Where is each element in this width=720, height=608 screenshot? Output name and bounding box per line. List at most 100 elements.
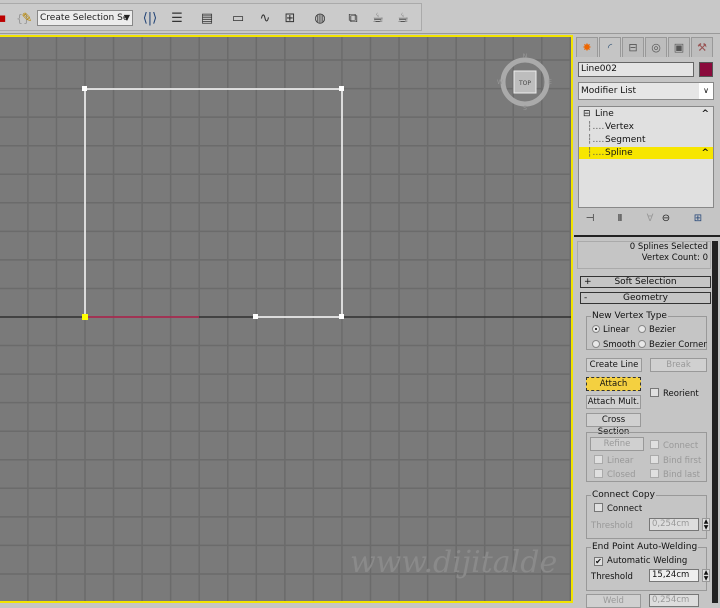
stack-item-spline[interactable]: ┆‥‥ Spline ^ [579, 147, 713, 159]
main-toolbar: ▪ {} ✎ Create Selection Se ▼ ⟨|⟩ ☰ ▤ ▭ ∿ … [0, 0, 720, 34]
object-name-field[interactable]: Line002 [578, 62, 694, 77]
group-title: Connect Copy [591, 490, 656, 500]
connect-copy-group: Connect Copy [586, 490, 707, 539]
vertex-count-text: Vertex Count: 0 [641, 253, 708, 263]
connect-threshold-spinner[interactable]: 0,254cm [649, 518, 699, 531]
collapse-icon: - [584, 293, 588, 303]
render-teapot-icon[interactable]: ☕ [393, 10, 413, 28]
named-selection-set-dropdown[interactable]: Create Selection Se ▼ [37, 10, 133, 26]
configure-modifier-sets-icon[interactable]: ⊞ [690, 213, 706, 227]
attach-mult-button[interactable]: Attach Mult. [586, 395, 641, 409]
reorient-checkbox[interactable]: Reorient [650, 388, 699, 399]
closed-checkbox[interactable]: Closed [594, 469, 636, 480]
weld-button[interactable]: Weld [586, 594, 641, 608]
linear-checkbox[interactable]: Linear [594, 455, 633, 466]
viewcube-n[interactable]: N [523, 53, 528, 60]
render-setup-icon[interactable]: ⧉ [343, 10, 363, 28]
group-title: End Point Auto-Welding [591, 542, 699, 552]
connect-copy-checkbox[interactable]: Connect [594, 503, 642, 514]
smooth-radio[interactable]: Smooth [592, 340, 636, 350]
show-end-result-icon[interactable]: Ⅱ [612, 213, 628, 227]
toolbar-strip: ▪ {} ✎ Create Selection Se ▼ ⟨|⟩ ☰ ▤ ▭ ∿ … [0, 3, 422, 31]
linear-radio[interactable]: Linear [592, 325, 629, 335]
selection-info: 0 Splines Selected Vertex Count: 0 [577, 241, 711, 269]
object-color-swatch[interactable] [699, 62, 713, 77]
layer-manager-icon[interactable]: ▤ [197, 10, 217, 28]
modify-tab-icon[interactable]: ◜ [599, 37, 621, 57]
pencil-icon[interactable]: ✎ [17, 10, 37, 28]
collapse-icon[interactable]: ⊟ [583, 108, 591, 120]
connect-checkbox[interactable]: Connect [650, 440, 698, 451]
bezier-corner-radio[interactable]: Bezier Corner [638, 340, 707, 350]
motion-tab-icon[interactable]: ◎ [645, 37, 667, 57]
scene-explorer-icon[interactable]: ▭ [228, 10, 248, 28]
viewcube-w[interactable]: W [497, 79, 503, 86]
align-icon[interactable]: ☰ [167, 10, 187, 28]
stack-item-segment[interactable]: ┆‥‥ Segment [579, 134, 713, 146]
viewport-canvas[interactable]: TOP N S E W www.dijitalde [0, 37, 573, 603]
vertex[interactable] [82, 86, 87, 91]
modifier-stack: ⊟ Line ^ ┆‥‥ Vertex ┆‥‥ Segment ┆‥‥ Spline ^ [578, 106, 714, 208]
stack-item-label: Segment [605, 135, 646, 145]
vertex[interactable] [339, 314, 344, 319]
chevron-up-icon: ^ [701, 148, 709, 158]
bind-last-checkbox[interactable]: Bind last [650, 469, 700, 480]
create-line-button[interactable]: Create Line [586, 358, 642, 372]
modifier-list-label: Modifier List [581, 86, 636, 96]
chevron-down-icon: ∨ [699, 83, 713, 99]
remove-modifier-icon[interactable]: ⊖ [658, 213, 674, 227]
make-unique-icon[interactable]: ∀ [642, 213, 658, 227]
divider [574, 235, 720, 237]
stack-item-vertex[interactable]: ┆‥‥ Vertex [579, 121, 713, 133]
spinner-arrows-icon[interactable]: ▲ ▼ [702, 569, 710, 582]
chevron-down-icon: ▼ [123, 13, 130, 22]
pin-stack-icon[interactable]: ⊣ [582, 213, 598, 227]
geometry-rollout[interactable]: - Geometry [580, 292, 711, 304]
vertex[interactable] [253, 314, 258, 319]
stack-item-label: Line [595, 109, 614, 119]
chevron-up-icon: ^ [701, 109, 709, 119]
panel-scrollbar[interactable] [712, 241, 718, 603]
mirror-icon[interactable]: ⟨|⟩ [140, 10, 160, 28]
watermark: www.dijitalde [350, 545, 557, 580]
schematic-view-icon[interactable]: ⊞ [280, 10, 300, 28]
command-panel-tabs: ✸ ◜ ⊟ ◎ ▣ ⚒ [576, 37, 718, 59]
spinner-arrows-icon[interactable]: ▲ ▼ [702, 518, 710, 531]
selection-set-value: Create Selection Se [40, 13, 129, 23]
stack-item-line[interactable]: ⊟ Line ^ [579, 108, 713, 120]
modifier-list-dropdown[interactable]: Modifier List ∨ [578, 82, 714, 100]
vertex[interactable] [339, 86, 344, 91]
attach-button[interactable]: Attach [586, 377, 641, 391]
group-title: New Vertex Type [591, 311, 668, 321]
utilities-tab-icon[interactable]: ⚒ [691, 37, 713, 57]
cross-section-button[interactable]: Cross Section [586, 413, 641, 437]
soft-selection-rollout[interactable]: + Soft Selection [580, 276, 711, 288]
display-tab-icon[interactable]: ▣ [668, 37, 690, 57]
break-button[interactable]: Break [650, 358, 707, 372]
auto-weld-threshold-spinner[interactable]: 15,24cm [649, 569, 699, 582]
viewcube[interactable]: TOP N S E W [497, 53, 552, 112]
bind-first-checkbox[interactable]: Bind first [650, 455, 701, 466]
viewcube-top-label[interactable]: TOP [518, 80, 531, 87]
hierarchy-tab-icon[interactable]: ⊟ [622, 37, 644, 57]
snap-icon[interactable]: ▪ [0, 10, 12, 28]
splines-selected-text: 0 Splines Selected [629, 242, 708, 252]
first-vertex[interactable] [82, 314, 88, 320]
threshold-label: Threshold [591, 572, 633, 582]
viewcube-s[interactable]: S [523, 105, 527, 112]
weld-threshold-spinner[interactable]: 0,254cm [649, 594, 699, 607]
expand-icon: + [584, 277, 592, 287]
stack-item-label: Spline [605, 148, 633, 158]
rollout-title: Geometry [623, 293, 668, 303]
viewcube-e[interactable]: E [548, 79, 552, 86]
curve-editor-icon[interactable]: ∿ [255, 10, 275, 28]
refine-button[interactable]: Refine [590, 437, 644, 451]
automatic-welding-checkbox[interactable]: ✔ Automatic Welding [594, 556, 687, 566]
threshold-label: Threshold [591, 521, 633, 531]
stack-toolbar: ⊣ Ⅱ ∀ ⊖ ⊞ [578, 213, 714, 227]
rendered-frame-icon[interactable]: ☕ [368, 10, 388, 28]
create-tab-icon[interactable]: ✸ [576, 37, 598, 57]
top-viewport[interactable]: TOP N S E W www.dijitalde [0, 35, 573, 603]
material-editor-icon[interactable]: ◍ [310, 10, 330, 28]
bezier-radio[interactable]: Bezier [638, 325, 676, 335]
